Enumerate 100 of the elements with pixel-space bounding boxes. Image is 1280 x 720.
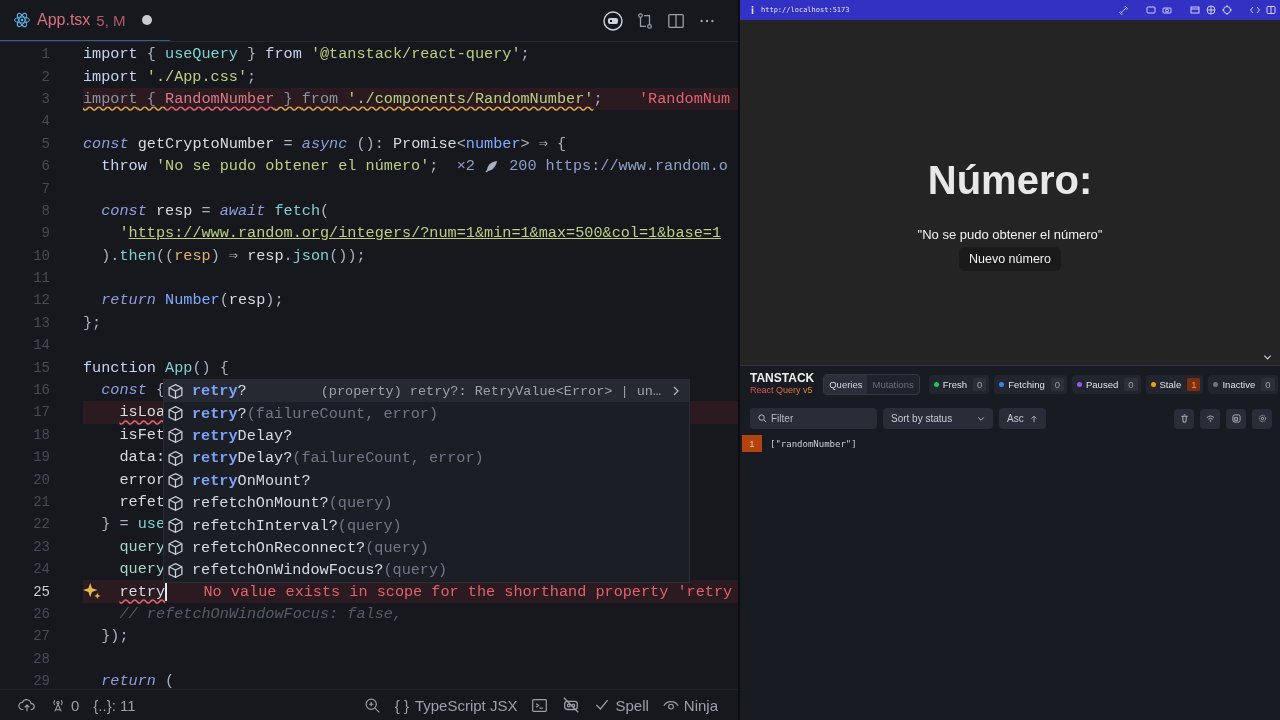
terminal-icon[interactable]	[531, 696, 549, 714]
line-number: 22	[32, 516, 50, 533]
code-line: };	[83, 313, 102, 332]
trash-button[interactable]	[1174, 408, 1194, 429]
line-number: 14	[32, 337, 50, 354]
line-number: 20	[32, 471, 50, 488]
line-number: 13	[32, 314, 50, 331]
inline-hint: 200 https://www.random.o	[509, 157, 728, 176]
settings-button[interactable]	[1252, 408, 1272, 429]
arrow-up-icon	[1029, 414, 1038, 423]
antenna-icon	[50, 697, 66, 713]
line-number: 12	[32, 292, 50, 309]
compare-icon[interactable]	[636, 11, 654, 30]
wifi-button[interactable]	[1200, 408, 1220, 429]
inline-error: 'RandomNum	[639, 89, 731, 108]
suggestion-item[interactable]: retry?(failureCount, error)	[164, 402, 689, 425]
cube-icon	[167, 449, 184, 467]
suggestion-item[interactable]: retryOnMount?	[164, 469, 689, 492]
suggestion-item[interactable]: refetchOnReconnect?(query)	[164, 536, 689, 560]
sparkle-icon[interactable]	[83, 582, 101, 601]
line-number: 26	[32, 605, 50, 622]
status-chip[interactable]: Inactive 0	[1208, 374, 1278, 394]
brand-title: TANSTACK	[750, 372, 815, 385]
globe-icon[interactable]	[1206, 5, 1216, 15]
query-row[interactable]: 1 ["randomNumber"]	[742, 435, 1280, 452]
link-icon[interactable]	[1119, 5, 1128, 15]
cloud-upload-icon[interactable]	[18, 696, 36, 714]
chevron-down-icon[interactable]	[1263, 353, 1272, 362]
line-number: 5	[40, 135, 50, 152]
status-count: 0	[1261, 377, 1275, 391]
line-number: 19	[32, 449, 50, 466]
status-label: Stale	[1159, 378, 1182, 390]
code-line: import { useQuery } from '@tanstack/react-query';	[83, 45, 530, 64]
language-mode[interactable]: TypeScript JSX	[414, 696, 518, 714]
line-number: 4	[40, 113, 50, 130]
status-chip[interactable]: Fresh 0	[928, 374, 990, 394]
status-count: 0	[972, 377, 987, 391]
query-key: ["randomNumber"]	[770, 438, 857, 449]
cube-icon	[167, 472, 184, 490]
window-icon[interactable]	[1190, 5, 1200, 15]
sort-order-button[interactable]: Asc	[999, 408, 1046, 429]
ports-button[interactable]: 0	[50, 696, 80, 714]
cube-icon	[167, 561, 184, 579]
suggestion-item[interactable]: retry? (property) retry?: RetryValue<Error> | un…	[164, 380, 689, 403]
split-editor-icon[interactable]	[667, 11, 685, 30]
inline-hint: ×2	[456, 157, 475, 176]
observer-count: 1	[742, 435, 762, 452]
suggestion-item[interactable]: refetchOnWindowFocus?(query)	[164, 559, 689, 582]
inline-error: No value exists in scope for the shorthand property 'retry	[203, 582, 733, 601]
cursor-position[interactable]: {..}: 11	[93, 696, 136, 714]
suggestion-item[interactable]: retryDelay?	[164, 424, 689, 448]
new-number-button[interactable]: Nuevo número	[959, 247, 1061, 271]
line-number: 29	[32, 673, 50, 689]
chevron-right-icon[interactable]	[671, 386, 681, 397]
spell-check-button[interactable]: Spell	[594, 696, 649, 714]
code-line: import './App.css';	[83, 67, 257, 86]
code-icon[interactable]	[1250, 5, 1260, 15]
code-line: ).then((resp) ⇒ resp.json());	[101, 246, 366, 266]
line-number: 27	[32, 628, 50, 645]
status-label: Fresh	[942, 378, 967, 390]
line-number: 21	[32, 494, 50, 510]
code-line: throw 'No se pudo obtener el número';	[101, 157, 439, 176]
zoom-icon[interactable]	[363, 696, 381, 714]
status-chip[interactable]: Fetching 0	[994, 374, 1067, 394]
line-number: 8	[40, 202, 50, 219]
suggestion-item[interactable]: refetchOnMount?(query)	[164, 491, 689, 515]
filter-field[interactable]: Filter	[750, 408, 877, 429]
line-number: 6	[40, 158, 50, 175]
suggestion-item[interactable]: refetchInterval?(query)	[164, 514, 689, 537]
line-number: 9	[40, 225, 50, 242]
error-message: "No se pudo obtener el número"	[917, 227, 1103, 243]
sidebar-icon[interactable]	[1266, 5, 1276, 15]
code-line: return (	[101, 672, 175, 689]
panel-icon	[1231, 414, 1241, 423]
line-number: 16	[32, 382, 50, 399]
line-number: 3	[40, 90, 50, 107]
info-icon[interactable]	[750, 6, 755, 14]
profile-button[interactable]: Ninja	[662, 696, 718, 714]
page-heading: Número:	[927, 157, 1093, 204]
suggestion-item[interactable]: retryDelay?(failureCount, error)	[164, 447, 689, 470]
target-icon[interactable]	[1222, 5, 1232, 15]
camera-icon[interactable]	[1162, 5, 1172, 15]
status-count: 0	[1050, 377, 1064, 391]
cube-icon	[167, 405, 184, 423]
line-number: 18	[32, 426, 50, 443]
status-chip[interactable]: Paused 0	[1072, 374, 1141, 394]
code-line: query	[119, 560, 166, 579]
view-tab[interactable]: Queries	[824, 374, 868, 394]
editor-tab[interactable]: App.tsx 5, M	[0, 0, 170, 41]
code-line: const getCryptoNumber = async (): Promise<number> ⇒ {	[83, 134, 567, 154]
line-number: 23	[32, 538, 50, 555]
screenshot-icon[interactable]	[1146, 5, 1156, 15]
line-number: 10	[32, 247, 50, 264]
sort-select[interactable]: Sort by status	[883, 408, 993, 429]
settings-icon	[1257, 414, 1267, 423]
code-line: // refetchOnWindowFocus: false,	[119, 604, 402, 623]
copilot-off-icon[interactable]	[562, 696, 581, 714]
status-chip[interactable]: Stale 1	[1145, 374, 1204, 394]
line-number: 11	[32, 270, 50, 287]
panel-position-button[interactable]	[1226, 408, 1246, 429]
